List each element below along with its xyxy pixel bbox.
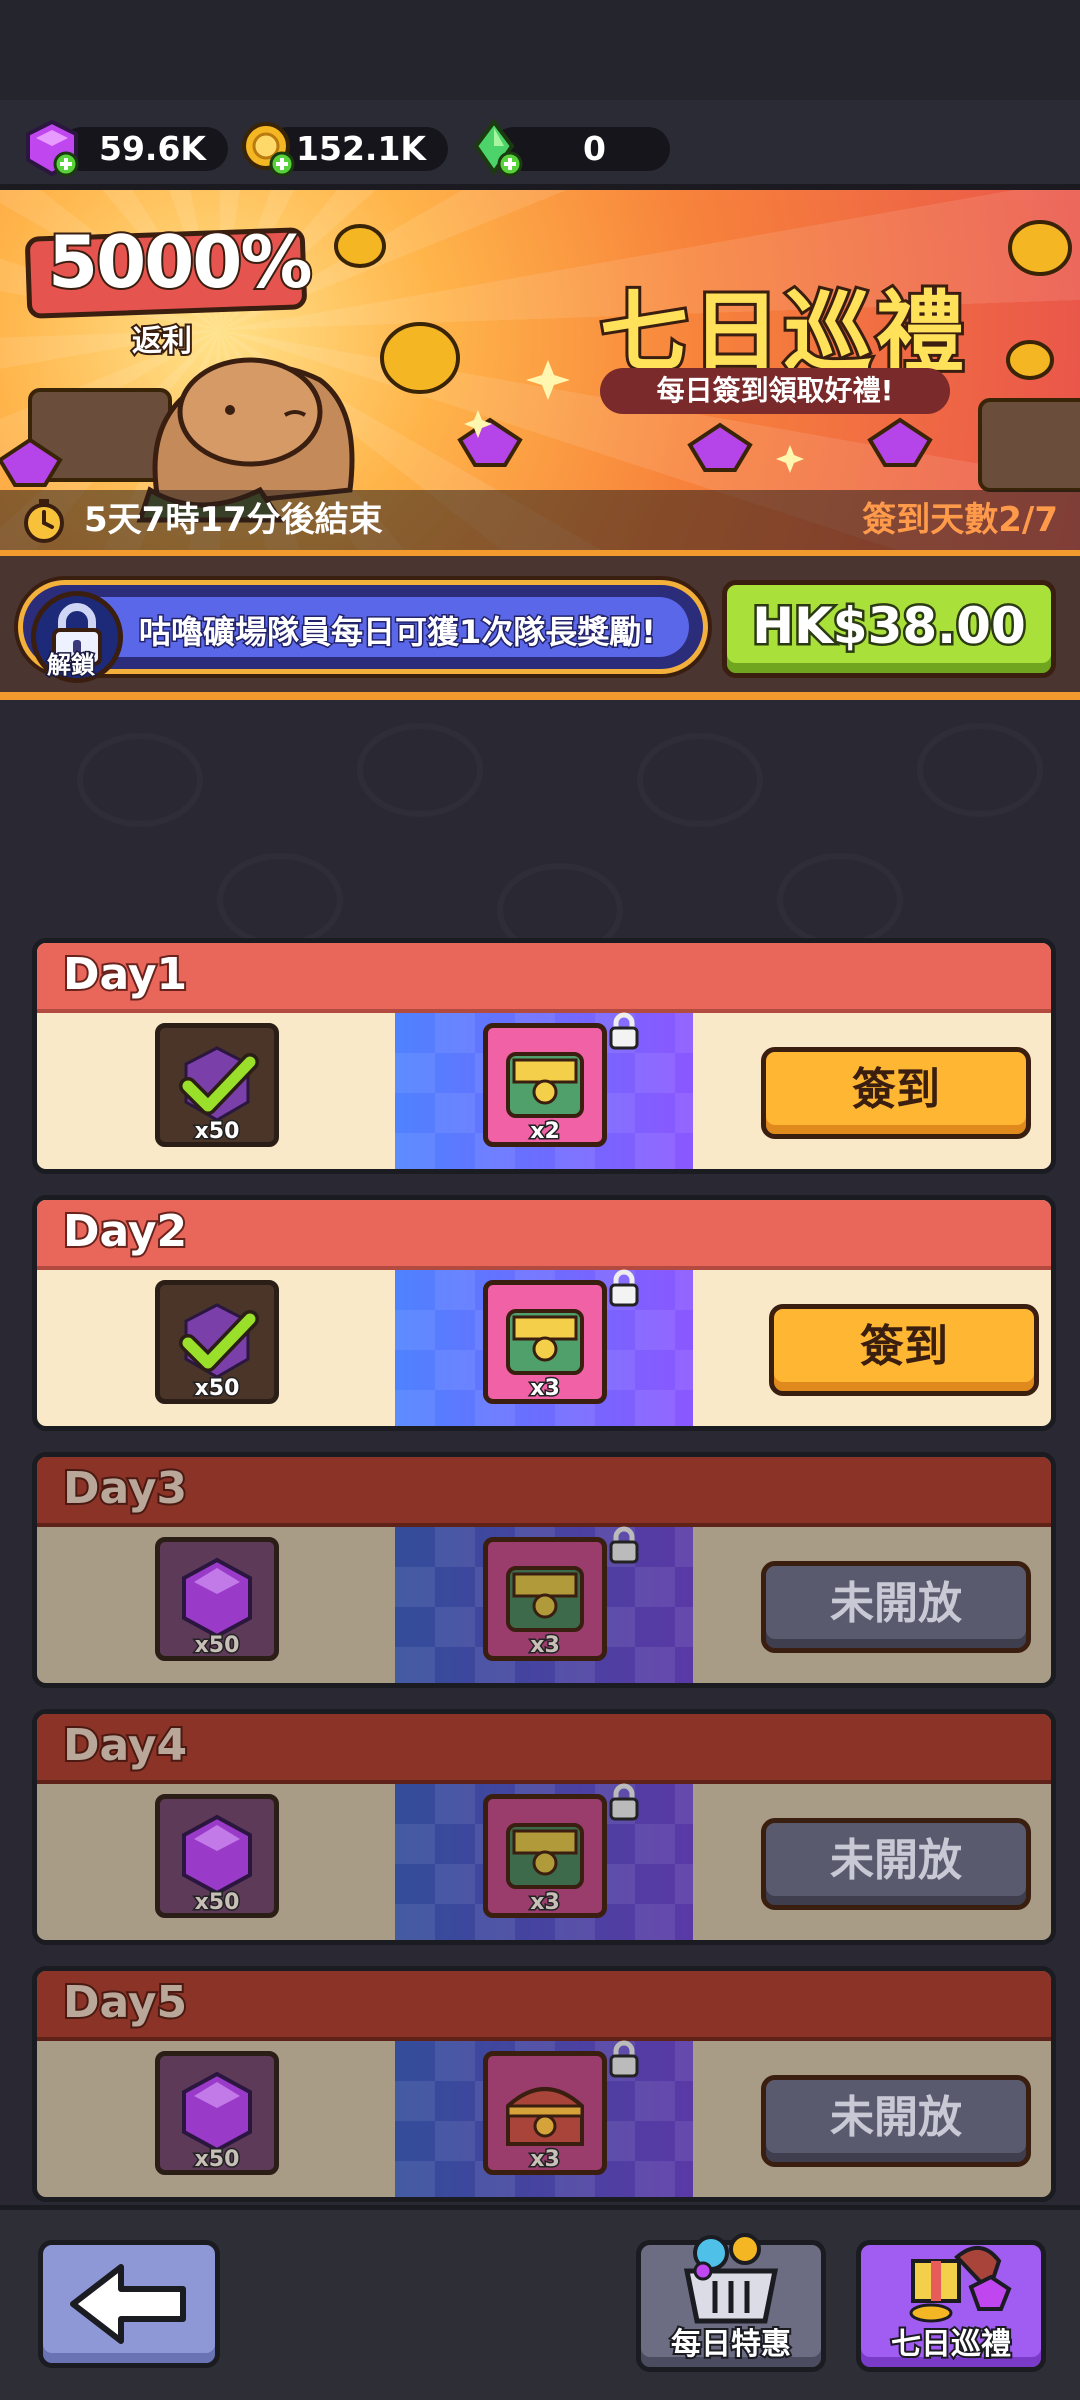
- purchase-price-button[interactable]: HK$38.00: [722, 580, 1056, 678]
- seven-day-event-banner: 5000% 返利 七日巡禮 每日簽到領取好禮! 5天7時17分後結束 簽到天數2…: [0, 190, 1080, 550]
- reward-quantity: x50: [193, 1118, 241, 1146]
- sign-in-days: 簽到天數2/7: [862, 500, 1058, 540]
- gem-amount: 59.6K: [99, 129, 206, 168]
- day-card-header: Day5: [37, 1971, 1051, 2041]
- day-card-body: x50 x3 簽到: [37, 1269, 1051, 1426]
- day-label: Day1: [61, 947, 189, 1002]
- lock-icon: [609, 1783, 639, 1821]
- day-label: Day4: [61, 1718, 189, 1773]
- back-arrow-icon: [70, 2264, 186, 2344]
- sign-in-button[interactable]: 簽到: [769, 1304, 1039, 1396]
- banner-footer: 5天7時17分後結束 簽到天數2/7: [0, 490, 1080, 550]
- day-card-header: Day3: [37, 1457, 1051, 1527]
- day-card-body: x50 x3 未開放: [37, 2040, 1051, 2197]
- day-card-header: Day2: [37, 1200, 1051, 1270]
- crystal-amount: 0: [583, 129, 606, 168]
- premium-reward-slot[interactable]: x2: [483, 1023, 607, 1147]
- day-card-body: x50 x3 未開放: [37, 1783, 1051, 1940]
- crystal-icon[interactable]: [466, 118, 526, 178]
- not-open-button[interactable]: 未開放: [761, 2075, 1031, 2167]
- lock-icon: [609, 2040, 639, 2078]
- event-subtitle: 每日簽到領取好禮!: [600, 368, 950, 414]
- unlock-label: 解鎖: [46, 650, 97, 681]
- coin-amount: 152.1K: [296, 129, 426, 168]
- seven-day-label: 七日巡禮: [889, 2325, 1013, 2364]
- currency-bar: 59.6K 152.1K 0: [0, 100, 1080, 190]
- seven-day-tab[interactable]: 七日巡禮: [856, 2240, 1046, 2372]
- day-card-4: Day4 x50 x3 未開放: [32, 1709, 1056, 1945]
- reward-quantity: x3: [529, 1889, 562, 1917]
- system-status-bar: [0, 0, 1080, 100]
- free-reward-slot[interactable]: x50: [155, 2051, 279, 2175]
- day-card-header: Day1: [37, 943, 1051, 1013]
- rebate-label: 返利: [130, 322, 194, 361]
- reward-quantity: x3: [529, 1632, 562, 1660]
- day-card-5: Day5 x50 x3 未開放: [32, 1966, 1056, 2202]
- rebate-percent: 5000%: [46, 218, 315, 306]
- daily-deals-tab[interactable]: 每日特惠: [636, 2233, 826, 2372]
- premium-reward-slot[interactable]: x3: [483, 1280, 607, 1404]
- day-card-3: Day3 x50 x3 未開放: [32, 1452, 1056, 1688]
- free-reward-slot[interactable]: x50: [155, 1794, 279, 1918]
- day-card-2: Day2 x50 x3 簽到: [32, 1195, 1056, 1431]
- background-pattern: [77, 723, 1043, 957]
- stopwatch-icon: [24, 499, 64, 543]
- coin-icon[interactable]: [238, 118, 298, 178]
- not-open-button[interactable]: 未開放: [761, 1561, 1031, 1653]
- day-label: Day2: [61, 1204, 189, 1259]
- premium-reward-slot[interactable]: x3: [483, 1537, 607, 1661]
- sign-in-button[interactable]: 簽到: [761, 1047, 1031, 1139]
- lock-icon: [609, 1526, 639, 1564]
- premium-unlock-row: 解鎖 咕嚕礦場隊員每日可獲1次隊長獎勵! HK$38.00: [0, 550, 1080, 700]
- not-open-button[interactable]: 未開放: [761, 1818, 1031, 1910]
- lock-icon: [609, 1269, 639, 1307]
- lock-icon: [609, 1012, 639, 1050]
- free-reward-slot[interactable]: x50: [155, 1280, 279, 1404]
- day-label: Day3: [61, 1461, 189, 1516]
- premium-reward-slot[interactable]: x3: [483, 2051, 607, 2175]
- free-reward-slot[interactable]: x50: [155, 1537, 279, 1661]
- reward-quantity: x3: [529, 2146, 562, 2174]
- day-card-body: x50 x2 簽到: [37, 1012, 1051, 1169]
- day-card-body: x50 x3 未開放: [37, 1526, 1051, 1683]
- day-label: Day5: [61, 1975, 189, 2030]
- bottom-navigation: 每日特惠 七日巡禮: [0, 2205, 1080, 2400]
- gem-icon[interactable]: [22, 118, 82, 178]
- reward-quantity: x50: [193, 1889, 241, 1917]
- daily-deals-label: 每日特惠: [669, 2325, 793, 2364]
- day-card-header: Day4: [37, 1714, 1051, 1784]
- reward-quantity: x50: [193, 1632, 241, 1660]
- reward-quantity: x50: [193, 1375, 241, 1403]
- countdown-text: 5天7時17分後結束: [84, 500, 383, 540]
- day-card-1: Day1 x50 x2 簽到: [32, 938, 1056, 1174]
- reward-quantity: x3: [529, 1375, 562, 1403]
- unlock-description: 咕嚕礦場隊員每日可獲1次隊長獎勵!: [138, 612, 658, 653]
- reward-quantity: x2: [529, 1118, 562, 1146]
- free-reward-slot[interactable]: x50: [155, 1023, 279, 1147]
- premium-unlock-banner[interactable]: 解鎖 咕嚕礦場隊員每日可獲1次隊長獎勵!: [18, 580, 708, 683]
- back-button[interactable]: [38, 2240, 220, 2368]
- gem-counter[interactable]: 59.6K: [60, 127, 228, 171]
- premium-reward-slot[interactable]: x3: [483, 1794, 607, 1918]
- reward-quantity: x50: [193, 2146, 241, 2174]
